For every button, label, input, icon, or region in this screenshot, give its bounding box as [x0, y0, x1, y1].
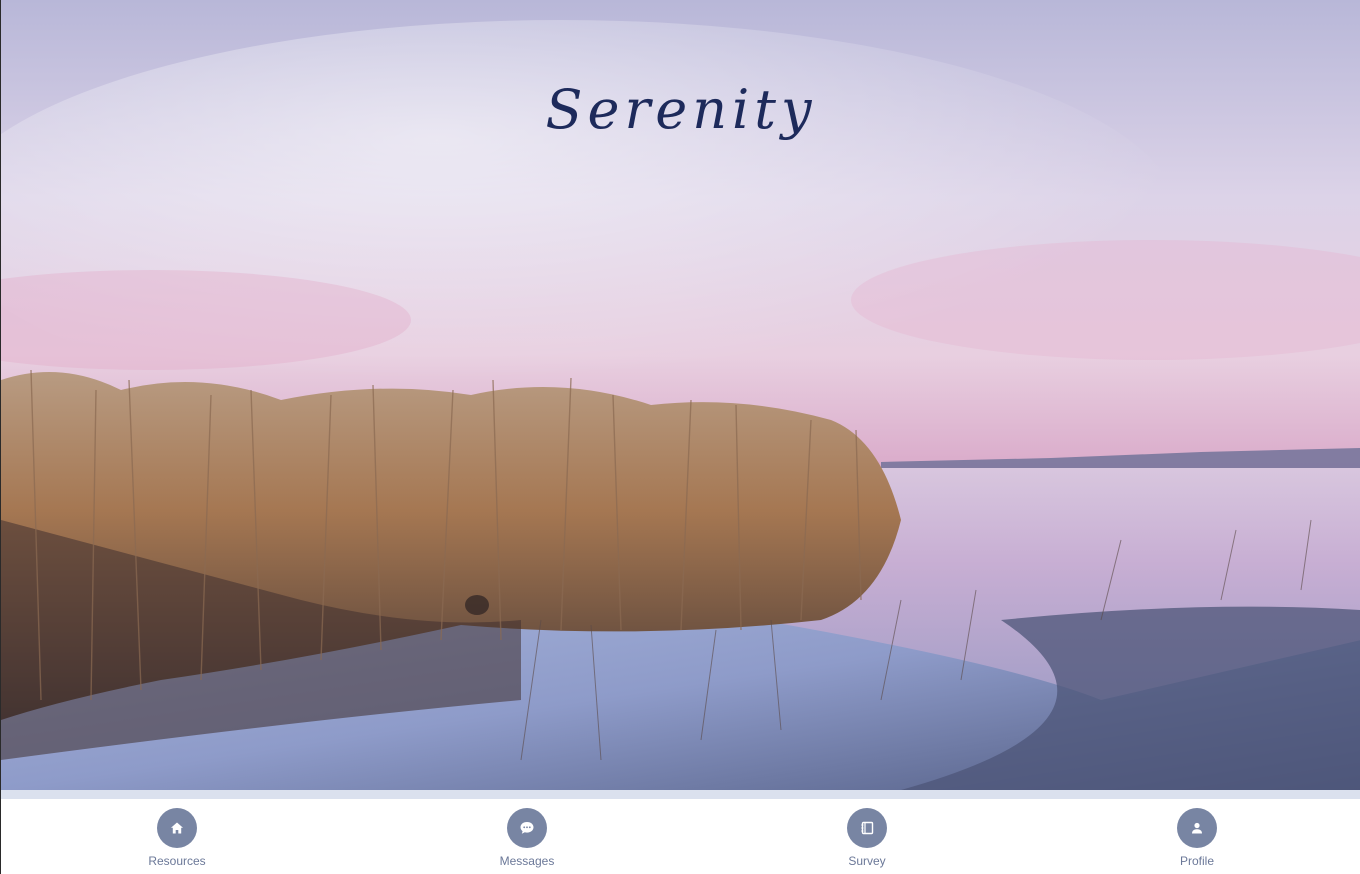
nav-item-profile[interactable]: Profile — [1137, 808, 1257, 868]
notebook-icon[interactable] — [847, 808, 887, 848]
nav-label-survey: Survey — [848, 854, 886, 868]
nav-label-messages: Messages — [499, 854, 555, 868]
home-icon[interactable] — [157, 808, 197, 848]
user-icon[interactable] — [1177, 808, 1217, 848]
app-window: Serenity Resources Messages Survey Profi… — [0, 0, 1360, 874]
app-title: Serenity — [545, 78, 817, 141]
nav-item-survey[interactable]: Survey — [807, 808, 927, 868]
bottom-navigation: Resources Messages Survey Profile — [1, 799, 1360, 874]
nav-divider — [1, 790, 1360, 799]
nav-label-resources: Resources — [148, 854, 206, 868]
chat-bubble-icon[interactable] — [507, 808, 547, 848]
nav-item-resources[interactable]: Resources — [117, 808, 237, 868]
nav-label-profile: Profile — [1179, 854, 1214, 868]
nav-item-messages[interactable]: Messages — [467, 808, 587, 868]
